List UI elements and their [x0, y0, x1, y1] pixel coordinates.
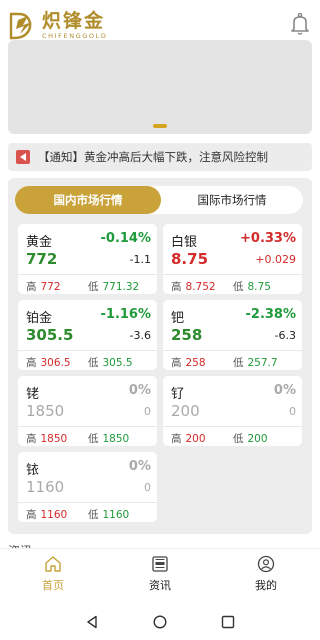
quote-name: 铑 [26, 387, 40, 402]
quote-high: 258 [185, 357, 206, 369]
quote-high: 772 [40, 281, 61, 293]
logo-text-cn: 炽锋金 [42, 10, 106, 32]
nav-home[interactable]: 首页 [13, 555, 93, 593]
quote-price: 8.75 [171, 250, 209, 268]
back-icon[interactable] [85, 615, 99, 629]
quote-high: 1850 [40, 433, 68, 445]
news-icon [152, 556, 168, 572]
notice-bar[interactable]: 【通知】黄金冲高后大幅下跌，注意风险控制 [8, 143, 312, 171]
nav-profile[interactable]: 我的 [226, 555, 306, 593]
quote-card-platinum[interactable]: 铂金 -1.16% 305.5 -3.6 高 306.5 低 305.5 [18, 300, 157, 370]
quote-change: 0 [144, 405, 151, 418]
quote-name: 黄金 [26, 235, 53, 250]
market-tabs: 国内市场行情 国际市场行情 [15, 186, 303, 214]
quote-price: 772 [26, 250, 58, 268]
quote-percent: -1.16% [100, 307, 152, 322]
quote-change: -3.6 [129, 329, 151, 342]
low-label: 低 [88, 509, 99, 521]
quote-low: 771.32 [102, 281, 140, 293]
quote-percent: 0% [128, 459, 151, 474]
home-circle-icon[interactable] [153, 615, 167, 629]
quote-high: 200 [185, 433, 206, 445]
quote-percent: 0% [273, 383, 296, 398]
quote-change: -1.1 [129, 253, 151, 266]
high-label: 高 [26, 281, 37, 293]
high-label: 高 [26, 433, 37, 445]
quote-price: 305.5 [26, 326, 74, 344]
bottom-nav: 首页 资讯 我的 [0, 548, 320, 600]
quote-card-gold[interactable]: 黄金 -0.14% 772 -1.1 高 772 低 771.32 [18, 224, 157, 294]
nav-home-label: 首页 [42, 579, 64, 592]
banner-carousel[interactable] [8, 40, 312, 134]
quote-percent: 0% [128, 383, 151, 398]
quote-change: -6.3 [274, 329, 296, 342]
system-nav-bar [0, 604, 320, 640]
quote-price: 1850 [26, 402, 65, 420]
quote-high: 1160 [40, 509, 68, 521]
quote-low: 200 [247, 433, 268, 445]
quote-percent: +0.33% [240, 231, 296, 246]
divider [163, 274, 302, 275]
quote-card-rhodium[interactable]: 铑 0% 1850 0 高 1850 低 1850 [18, 376, 157, 446]
quote-low: 1160 [102, 509, 130, 521]
bell-icon[interactable] [290, 12, 310, 36]
tab-domestic-market[interactable]: 国内市场行情 [15, 186, 161, 214]
nav-profile-label: 我的 [255, 579, 277, 592]
logo-text-en: CHIFENGGOLD [42, 32, 108, 40]
quote-name: 钌 [171, 387, 185, 402]
quote-change: 0 [144, 481, 151, 494]
quote-high: 8.752 [185, 281, 216, 293]
notice-text: 【通知】黄金冲高后大幅下跌，注意风险控制 [38, 150, 268, 164]
quote-change: +0.029 [255, 253, 296, 266]
quote-card-silver[interactable]: 白银 +0.33% 8.75 +0.029 高 8.752 低 8.75 [163, 224, 302, 294]
quote-low: 1850 [102, 433, 130, 445]
quote-price: 1160 [26, 478, 65, 496]
nav-news[interactable]: 资讯 [120, 555, 200, 593]
quote-card-ruthenium[interactable]: 钌 0% 200 0 高 200 低 200 [163, 376, 302, 446]
divider [163, 426, 302, 427]
logo-mark-icon [9, 12, 32, 40]
low-label: 低 [88, 357, 99, 369]
divider [18, 274, 157, 275]
quote-name: 白银 [171, 235, 198, 250]
quote-price: 200 [171, 402, 200, 420]
high-label: 高 [26, 509, 37, 521]
low-label: 低 [233, 357, 244, 369]
low-label: 低 [88, 433, 99, 445]
divider [18, 426, 157, 427]
home-icon [45, 556, 61, 572]
low-label: 低 [233, 433, 244, 445]
quote-change: 0 [289, 405, 296, 418]
high-label: 高 [171, 281, 182, 293]
speaker-icon [16, 150, 30, 164]
app-logo: 炽锋金 CHIFENGGOLD [8, 8, 128, 42]
recent-apps-icon[interactable] [221, 615, 235, 629]
low-label: 低 [233, 281, 244, 293]
high-label: 高 [26, 357, 37, 369]
quote-low: 8.75 [247, 281, 271, 293]
quote-low: 305.5 [102, 357, 133, 369]
quote-percent: -0.14% [100, 231, 152, 246]
user-icon [257, 555, 275, 573]
quote-name: 钯 [171, 311, 185, 326]
quote-card-iridium[interactable]: 铱 0% 1160 0 高 1160 低 1160 [18, 452, 157, 522]
market-panel: 国内市场行情 国际市场行情 黄金 -0.14% 772 -1.1 高 772 低7… [8, 178, 312, 534]
quote-high: 306.5 [40, 357, 71, 369]
tab-international-market[interactable]: 国际市场行情 [161, 186, 303, 214]
divider [18, 350, 157, 351]
quote-name: 铱 [26, 463, 40, 478]
quote-percent: -2.38% [245, 307, 297, 322]
quote-low: 257.7 [247, 357, 278, 369]
divider [163, 350, 302, 351]
low-label: 低 [88, 281, 99, 293]
nav-news-label: 资讯 [149, 579, 171, 592]
carousel-indicator[interactable] [153, 124, 167, 128]
high-label: 高 [171, 433, 182, 445]
high-label: 高 [171, 357, 182, 369]
quote-card-palladium[interactable]: 钯 -2.38% 258 -6.3 高 258 低 257.7 [163, 300, 302, 370]
quote-name: 铂金 [26, 311, 53, 326]
divider [18, 502, 157, 503]
quote-price: 258 [171, 326, 203, 344]
